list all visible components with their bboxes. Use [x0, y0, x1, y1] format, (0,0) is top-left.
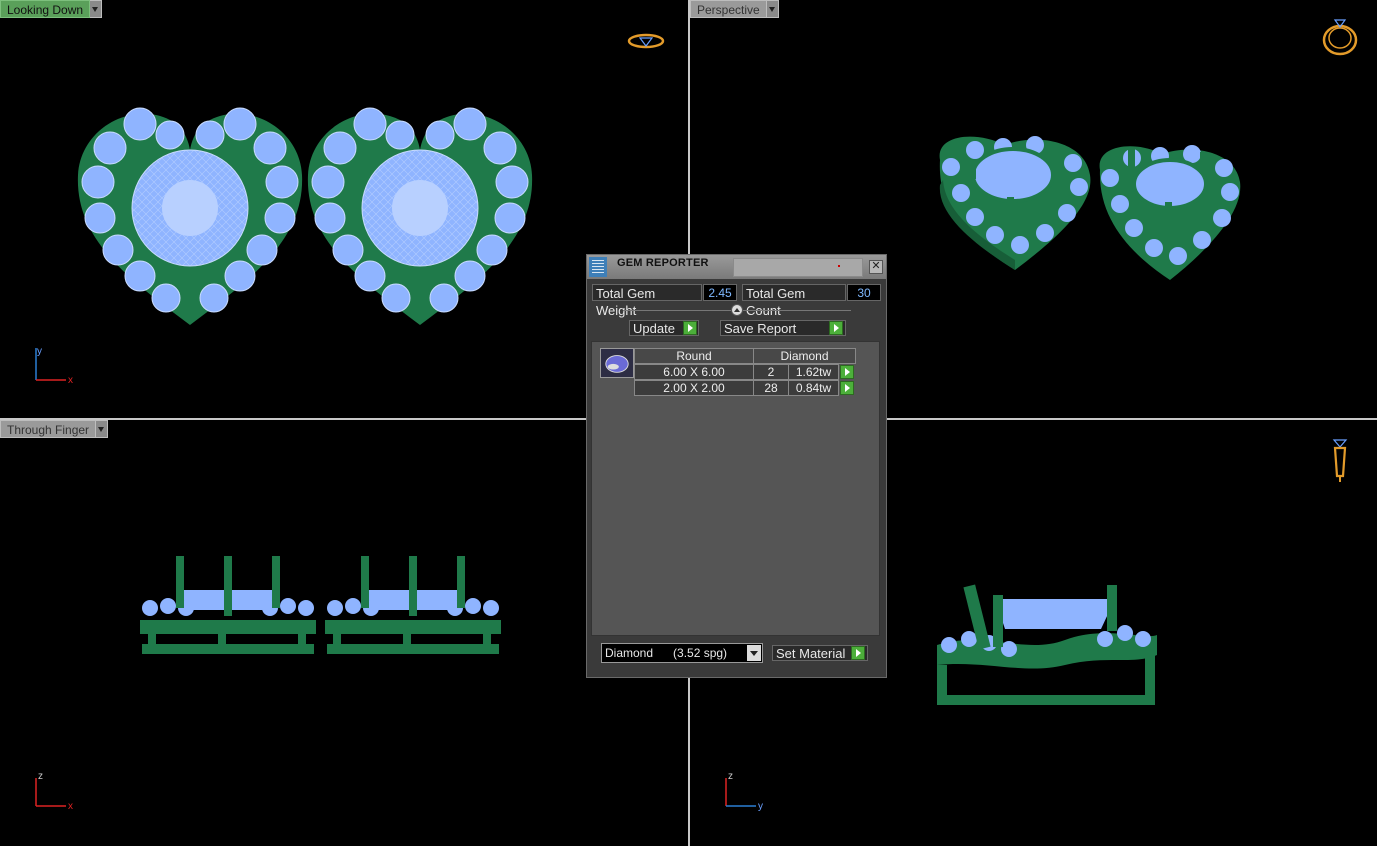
material-select[interactable]: Diamond (3.52 spg) [601, 643, 763, 663]
indicator-dot [838, 265, 840, 267]
viewport-label: Looking Down [0, 0, 91, 18]
heart-earring-perspective-left [939, 136, 1091, 270]
gem-row-weight: 0.84tw [788, 380, 839, 396]
dialog-title: GEM REPORTER [617, 257, 709, 269]
svg-text:x: x [68, 801, 73, 812]
titlebar-panel [733, 258, 863, 277]
dialog-titlebar[interactable]: GEM REPORTER ✕ [587, 255, 886, 279]
total-gem-weight-label: Total Gem Weight [592, 284, 702, 318]
svg-text:y: y [37, 346, 42, 357]
axis-indicator: y x [35, 346, 73, 386]
ring-side-view-icon [1332, 439, 1348, 482]
close-button[interactable]: ✕ [869, 260, 883, 274]
chevron-down-icon[interactable] [96, 420, 109, 438]
gem-row-size: 2.00 X 2.00 [634, 380, 754, 396]
material-header: Diamond [753, 348, 856, 364]
shape-header: Round [634, 348, 754, 364]
viewport-label: Perspective [690, 0, 767, 18]
row-go-arrow-icon[interactable] [840, 381, 854, 395]
total-gem-count-value: 30 [847, 284, 881, 301]
svg-text:x: x [68, 375, 73, 386]
total-gem-weight-value: 2.45 [703, 284, 737, 301]
through-finger-scene [140, 556, 501, 654]
collapse-toggle[interactable] [731, 304, 743, 316]
viewport-label: Through Finger [0, 420, 97, 438]
total-gem-count-label: Total Gem Count [742, 284, 846, 318]
chevron-down-icon[interactable] [747, 645, 761, 661]
round-gem-icon[interactable] [600, 348, 634, 378]
heart-earring-left [77, 107, 303, 325]
material-select-value: Diamond (3.52 spg) [605, 646, 728, 660]
axis-indicator: z y [725, 771, 763, 812]
gem-reporter-dialog: GEM REPORTER ✕ Total Gem Weight 2.45 Tot… [586, 254, 887, 678]
viewport-looking-down[interactable]: Looking Down y x [0, 0, 688, 418]
update-go-arrow-icon[interactable] [683, 321, 697, 335]
gem-row-count: 2 [753, 364, 789, 380]
heart-earring-right [307, 107, 533, 325]
heart-earring-perspective-right [1099, 145, 1241, 280]
save-report-go-arrow-icon[interactable] [829, 321, 843, 335]
ring-top-view-icon [627, 33, 665, 49]
gem-row-size: 6.00 X 6.00 [634, 364, 754, 380]
gem-list-panel: Round Diamond 6.00 X 6.00 2 1.62tw 2.00 … [591, 341, 880, 636]
svg-text:z: z [728, 771, 733, 782]
axis-indicator: z x [35, 771, 73, 812]
earring-side-right [325, 556, 501, 654]
gem-row-count: 28 [753, 380, 789, 396]
viewport-tab-looking-down[interactable]: Looking Down [0, 0, 103, 18]
chevron-down-icon[interactable] [766, 0, 779, 18]
earring-side-left [140, 556, 316, 654]
gem-row-weight: 1.62tw [788, 364, 839, 380]
looking-down-scene [77, 107, 533, 325]
chevron-down-icon[interactable] [90, 0, 103, 18]
ring-perspective-icon [1322, 19, 1358, 56]
set-material-go-arrow-icon[interactable] [851, 646, 865, 660]
row-go-arrow-icon[interactable] [840, 365, 854, 379]
earring-side-angled [937, 584, 1157, 705]
save-report-button[interactable]: Save Report [720, 320, 846, 336]
viewport-through-finger[interactable]: Through Finger z x [0, 420, 688, 846]
gem-reporter-app-icon [589, 257, 607, 277]
viewport-tab-through-finger[interactable]: Through Finger [0, 420, 109, 438]
viewport-tab-perspective[interactable]: Perspective [690, 0, 779, 18]
svg-text:y: y [758, 801, 763, 812]
svg-text:z: z [38, 771, 43, 782]
